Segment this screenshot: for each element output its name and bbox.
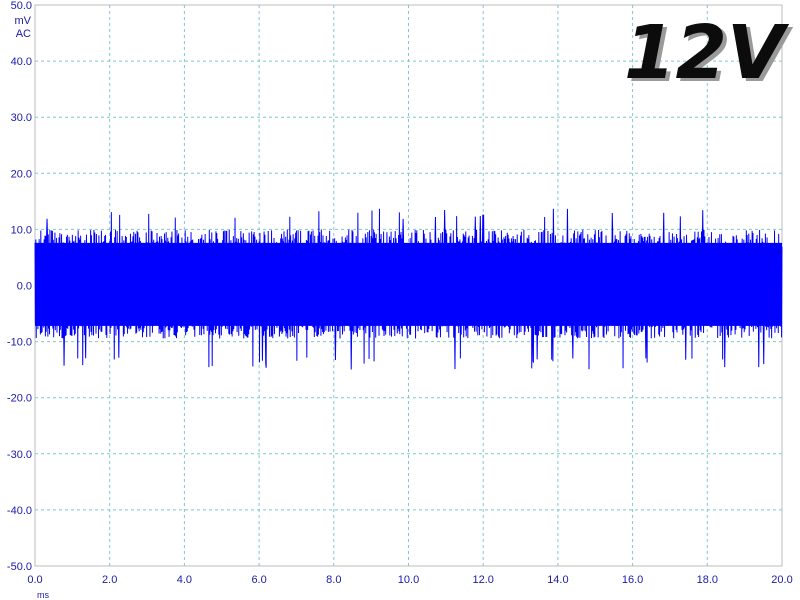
oscilloscope-chart: 50.0 40.0 30.0 20.0 10.0 0.0 -10.0 -20.0 -30.0 -4… xyxy=(7,0,794,600)
x-unit-label: ms xyxy=(37,590,49,600)
y-tick-label: -40.0 xyxy=(7,505,32,517)
x-tick-label: 12.0 xyxy=(472,574,493,586)
y-tick-label: -20.0 xyxy=(7,393,32,405)
x-axis-tick-labels: 0.0 2.0 4.0 6.0 8.0 10.0 12.0 14.0 16.0 18.0 20.0 xyxy=(27,574,792,586)
x-tick-label: 0.0 xyxy=(27,574,42,586)
y-tick-label: -50.0 xyxy=(7,561,32,573)
y-tick-label: 0.0 xyxy=(17,281,32,293)
x-tick-label: 4.0 xyxy=(177,574,192,586)
x-tick-label: 2.0 xyxy=(102,574,117,586)
y-tick-label: -10.0 xyxy=(7,337,32,349)
x-tick-label: 10.0 xyxy=(398,574,419,586)
y-tick-label: 40.0 xyxy=(11,56,32,68)
coupling-label: AC xyxy=(16,28,31,40)
x-tick-label: 14.0 xyxy=(547,574,568,586)
x-tick-label: 16.0 xyxy=(622,574,643,586)
voltage-badge: 12V xyxy=(624,10,790,96)
x-tick-label: 20.0 xyxy=(771,574,792,586)
noise-trace-line xyxy=(34,208,783,370)
signal-trace xyxy=(34,208,783,370)
y-unit-label: mV xyxy=(15,15,32,27)
y-tick-label: 10.0 xyxy=(11,224,32,236)
y-tick-label: 50.0 xyxy=(11,0,32,12)
y-tick-label: 30.0 xyxy=(11,112,32,124)
x-tick-label: 6.0 xyxy=(251,574,266,586)
x-tick-label: 8.0 xyxy=(326,574,341,586)
x-tick-label: 18.0 xyxy=(697,574,718,586)
y-axis-tick-labels: 50.0 40.0 30.0 20.0 10.0 0.0 -10.0 -20.0 -30.0 -4… xyxy=(7,0,32,573)
y-tick-label: 20.0 xyxy=(11,168,32,180)
y-tick-label: -30.0 xyxy=(7,449,32,461)
